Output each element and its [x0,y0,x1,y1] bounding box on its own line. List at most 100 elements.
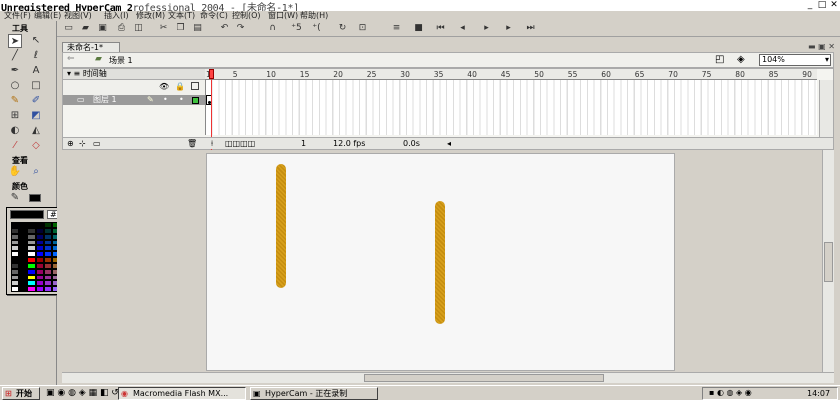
menu-commands[interactable]: 命令(C) [200,11,228,20]
vscroll-thumb[interactable] [824,242,833,282]
quicklaunch-icons[interactable]: ▣ ◉ ◍ ◈ ▦ ◧ ↺ [46,388,119,398]
cut-icon[interactable]: ✂ [158,23,169,34]
minimize-button[interactable]: _ [805,1,815,10]
hscroll-thumb[interactable] [364,374,604,382]
rotate-icon[interactable]: ↻ [337,23,348,34]
eraser-tool-icon[interactable]: ◇ [29,139,43,153]
new-file-icon[interactable]: ▭ [63,23,74,34]
edit-scene-icon[interactable]: ◰ [715,54,724,65]
tray-icons[interactable]: ▪ ◐ ◍ ◈ ◉ [709,388,752,397]
document-tab[interactable]: 未命名-1* [62,42,120,52]
brush-tool-icon[interactable]: ✐ [29,94,43,108]
menu-modify[interactable]: 修改(M) [136,11,165,20]
line-tool-icon[interactable]: ╱ [8,49,22,63]
rectangle-tool-icon[interactable]: □ [29,79,43,93]
menu-insert[interactable]: 插入(I) [104,11,129,20]
menu-window[interactable]: 窗口(W) [268,11,298,20]
zoom-select[interactable]: 104% ▾ [759,54,831,66]
menu-view[interactable]: 视图(V) [64,11,92,20]
menu-edit[interactable]: 编辑(E) [34,11,61,20]
copy-icon[interactable]: ❐ [175,23,186,34]
stroke-color-swatch[interactable] [29,194,41,202]
redo-icon[interactable]: ↷ [235,23,246,34]
eyedropper-tool-icon[interactable]: ⁄ [8,139,22,153]
visible-dot[interactable]: • [163,95,168,105]
stage-vscroll[interactable] [822,150,834,372]
zoom-tool-icon[interactable]: ⌕ [29,165,43,179]
layer-color-box[interactable] [192,97,199,104]
paint-bucket-tool-icon[interactable]: ◭ [29,124,43,138]
stage-hscroll[interactable] [62,372,834,383]
pen-tool-icon[interactable]: ✒ [8,64,22,78]
open-folder-icon[interactable]: ▰ [80,23,91,34]
print-preview-icon[interactable]: ◫ [133,23,144,34]
layer-row[interactable]: ▭ 图层 1 ✎ • • [63,95,205,105]
stop-icon[interactable]: ■ [413,23,424,34]
oval-tool-icon[interactable]: ○ [8,79,22,93]
main-toolbar: ▭ ▰ ▣ ⎙ ◫ ✂ ❐ ▤ ↶ ↷ ∩ ⁺5 ⁺( ↻ ⊡ ≡ ■ ⏮ ◂ … [57,21,840,37]
color-swatch[interactable] [11,286,20,292]
rewind-icon[interactable]: ⏮ [435,23,446,34]
back-arrow-icon[interactable]: ⇐ [67,54,75,64]
timeline-header[interactable]: ▾ ≡ 时间轴 [63,69,205,80]
outline-icon[interactable] [191,82,199,90]
task-hypercam[interactable]: ▣ HyperCam - 正在录制 [250,387,378,400]
frame-grid[interactable] [205,80,817,135]
lasso-tool-icon[interactable]: ℓ [29,49,43,63]
color-swatch[interactable] [43,286,52,292]
frame-ruler[interactable]: 151015202530354045505560657075808590 [205,69,817,80]
menu-file[interactable]: 文件(F) [4,11,31,20]
doc-window-controls[interactable]: ▬ ▣ ✕ [808,42,835,51]
print-icon[interactable]: ⎙ [116,23,127,34]
ink-bottle-tool-icon[interactable]: ◐ [8,124,22,138]
maximize-button[interactable]: □ [817,1,827,10]
edit-symbol-icon[interactable]: ◈ [737,54,745,65]
stroke-color-icon[interactable]: ✎ [8,191,22,205]
timeline-vscroll[interactable] [819,80,833,137]
task-flash[interactable]: ◉ Macromedia Flash MX... [118,387,246,400]
insert-layer-icon[interactable]: ⊕ [67,139,74,148]
delete-layer-icon[interactable]: 🗑 [187,139,197,148]
lock-dot[interactable]: • [179,95,184,105]
menu-help[interactable]: 帮助(H) [300,11,328,20]
arrow-tool-icon[interactable]: ➤ [8,34,22,48]
scroll-left-arrow[interactable]: ◂ [447,139,451,148]
color-swatch[interactable] [19,286,28,292]
fill-transform-tool-icon[interactable]: ◩ [29,109,43,123]
play-icon[interactable]: ▸ [481,23,492,34]
paste-icon[interactable]: ▤ [192,23,203,34]
menu-bar: 文件(F) 编辑(E) 视图(V) 插入(I) 修改(M) 文本(T) 命令(C… [0,11,840,21]
smooth-icon[interactable]: ⁺5 [291,23,302,34]
subselect-tool-icon[interactable]: ↖ [29,34,43,48]
add-guide-icon[interactable]: ⊹ [79,139,86,148]
color-swatch[interactable] [27,286,36,292]
hand-tool-icon[interactable]: ✋ [8,165,22,179]
save-icon[interactable]: ▣ [97,23,108,34]
pencil-tool-icon[interactable]: ✎ [8,94,22,108]
menu-control[interactable]: 控制(O) [232,11,261,20]
clock: 14:07 [807,389,831,398]
step-back-icon[interactable]: ◂ [457,23,468,34]
step-forward-icon[interactable]: ▸ [503,23,514,34]
undo-icon[interactable]: ↶ [219,23,230,34]
center-frame-icon[interactable]: ⍿ [211,139,213,149]
insert-folder-icon[interactable]: ▭ [93,139,101,148]
eye-icon[interactable]: 👁 [159,82,169,91]
color-swatch[interactable] [35,286,44,292]
start-button[interactable]: ⊞ 开始 [2,387,40,400]
snap-magnet-icon[interactable]: ∩ [267,23,278,34]
fast-forward-icon[interactable]: ⏭ [525,23,536,34]
drawn-pole-right[interactable] [435,201,445,324]
close-button[interactable]: ✕ [829,1,839,10]
ruler-tick-label: 80 [735,70,745,79]
scale-icon[interactable]: ⊡ [357,23,368,34]
straighten-icon[interactable]: ⁺( [311,23,322,34]
drawn-pole-left[interactable] [276,164,286,288]
align-icon[interactable]: ≡ [391,23,402,34]
stage-canvas[interactable] [206,153,675,371]
menu-text[interactable]: 文本(T) [168,11,195,20]
onion-skin-icon[interactable]: ◫◫◫◫ [225,139,255,148]
lock-icon[interactable]: 🔒 [175,82,185,91]
text-tool-icon[interactable]: A [29,64,43,78]
free-transform-tool-icon[interactable]: ⊞ [8,109,22,123]
